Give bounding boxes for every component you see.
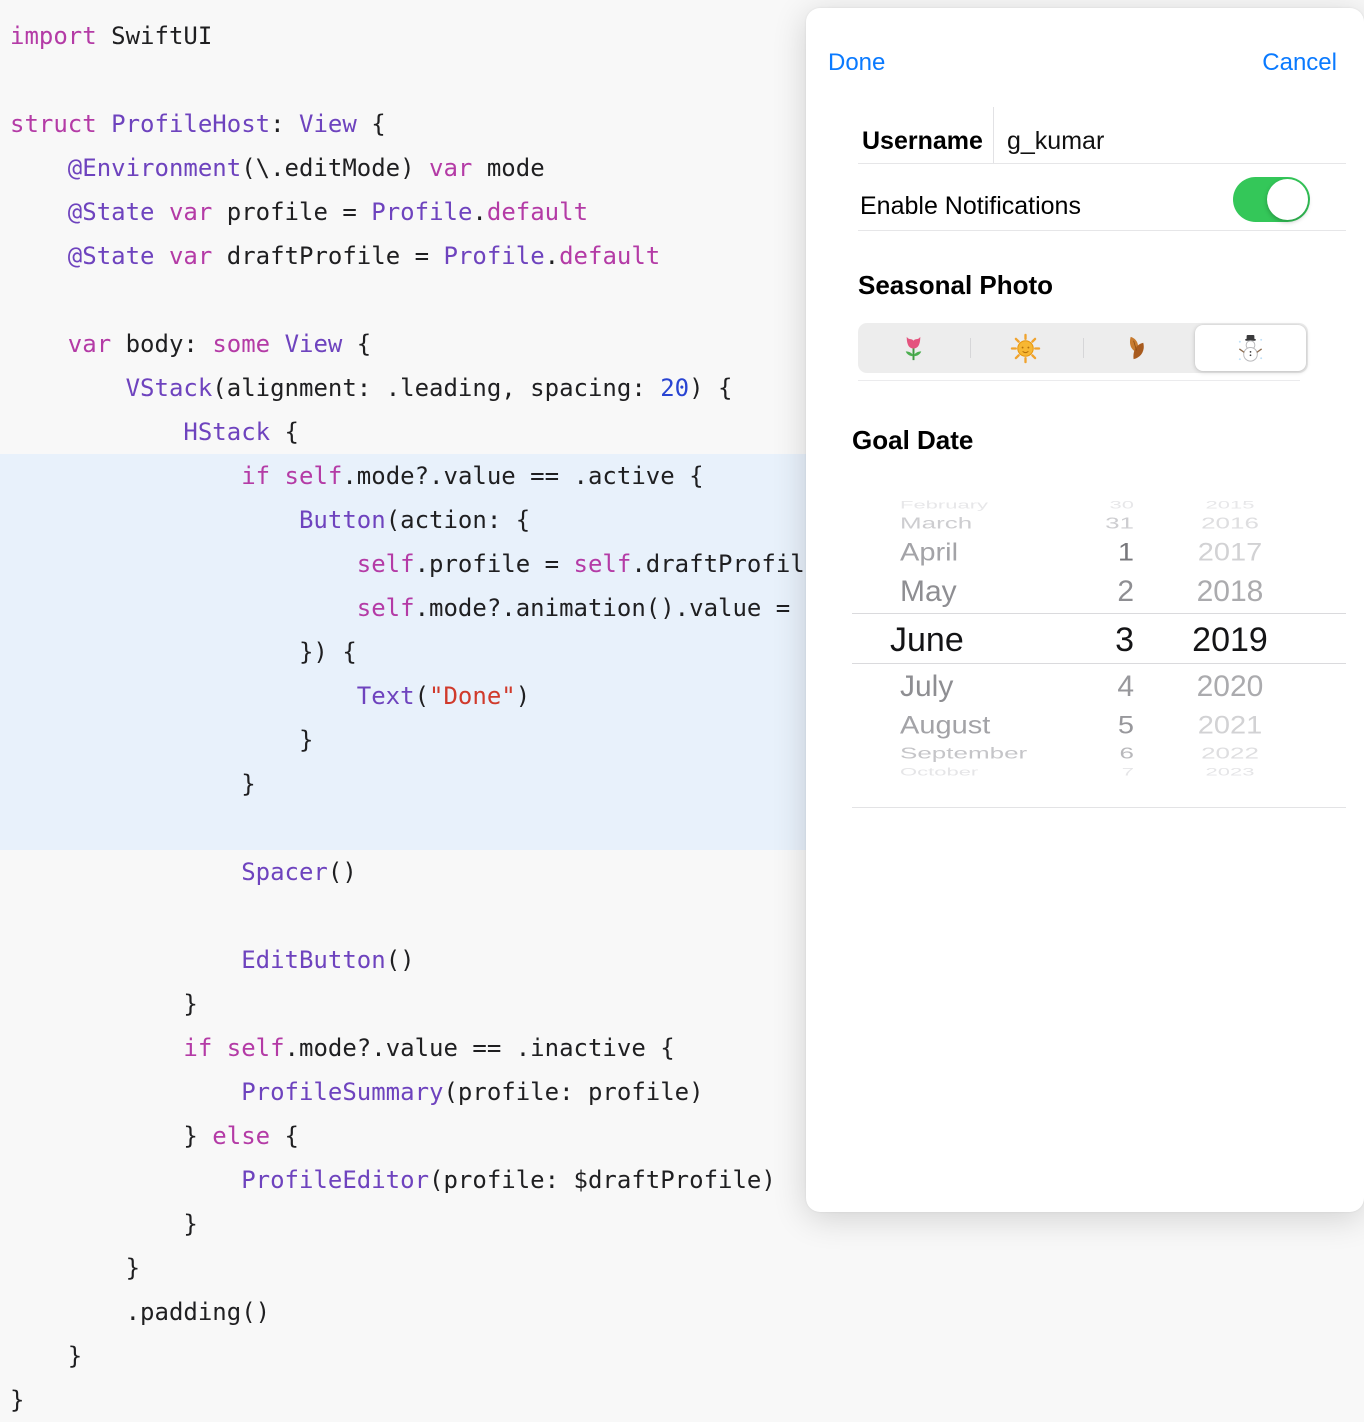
picker-year: 2020 <box>1182 667 1278 706</box>
picker-year: 2018 <box>1182 572 1278 611</box>
goal-date-picker[interactable]: February302015March312016April12017May22… <box>852 485 1346 803</box>
picker-year: 2017 <box>1182 536 1278 570</box>
picker-day: 2 <box>1042 572 1134 611</box>
segment-separator <box>1083 338 1084 358</box>
picker-month: October <box>900 762 978 782</box>
row-divider <box>858 163 1346 164</box>
picker-month: July <box>900 667 953 706</box>
picker-row[interactable]: July 4 2020 <box>852 667 1346 706</box>
picker-year: 2019 <box>1182 620 1278 660</box>
picker-row[interactable]: May 2 2018 <box>852 572 1346 611</box>
picker-month: March <box>900 511 972 536</box>
picker-row[interactable]: March 31 2016 <box>852 511 1346 536</box>
toggle-knob <box>1267 179 1308 220</box>
cancel-button[interactable]: Cancel <box>1262 49 1337 77</box>
code-line: } <box>0 1334 1364 1378</box>
segment-separator <box>970 338 971 358</box>
picker-day: 3 <box>1042 620 1134 660</box>
code-line: .padding() <box>0 1290 1364 1334</box>
code-line: } <box>0 1378 1364 1422</box>
picker-day: 31 <box>1042 511 1134 536</box>
profile-editor-popover: Done Cancel Username Enable Notification… <box>806 8 1364 1212</box>
segment-winter[interactable] <box>1195 325 1307 371</box>
segment-summer[interactable] <box>970 323 1082 373</box>
picker-year: 2016 <box>1182 511 1278 536</box>
picker-day: 7 <box>1042 762 1134 782</box>
picker-day: 1 <box>1042 536 1134 570</box>
row-divider <box>852 807 1346 808</box>
username-input[interactable] <box>1007 126 1327 156</box>
picker-year: 2023 <box>1182 762 1278 782</box>
notifications-toggle[interactable] <box>1233 177 1310 222</box>
tulip-icon <box>898 333 929 364</box>
snowman-icon <box>1235 333 1266 364</box>
segment-spring[interactable] <box>858 323 970 373</box>
picker-row[interactable]: June 3 2019 <box>852 620 1346 660</box>
autumn-leaves-icon <box>1121 333 1152 364</box>
picker-row[interactable]: April 1 2017 <box>852 536 1346 570</box>
code-line: } <box>0 1246 1364 1290</box>
picker-day: 4 <box>1042 667 1134 706</box>
row-divider <box>858 230 1346 231</box>
seasonal-photo-label: Seasonal Photo <box>858 270 1053 300</box>
enable-notifications-label: Enable Notifications <box>860 191 1081 221</box>
picker-month: May <box>900 572 957 611</box>
seasonal-photo-segmented-control <box>858 323 1308 373</box>
done-button[interactable]: Done <box>828 49 885 77</box>
picker-month: April <box>900 536 958 570</box>
row-divider <box>858 380 1300 381</box>
picker-row[interactable]: October 7 2023 <box>852 762 1346 782</box>
picker-row[interactable]: August 5 2021 <box>852 709 1346 743</box>
picker-selection-line <box>852 663 1346 664</box>
picker-month: August <box>900 709 990 743</box>
segment-autumn[interactable] <box>1081 323 1193 373</box>
field-divider <box>993 107 994 163</box>
goal-date-label: Goal Date <box>852 425 973 455</box>
picker-month: June <box>890 620 964 660</box>
username-label: Username <box>862 126 983 156</box>
picker-selection-line <box>852 613 1346 614</box>
picker-year: 2021 <box>1182 709 1278 743</box>
picker-day: 5 <box>1042 709 1134 743</box>
sun-icon <box>1010 333 1041 364</box>
